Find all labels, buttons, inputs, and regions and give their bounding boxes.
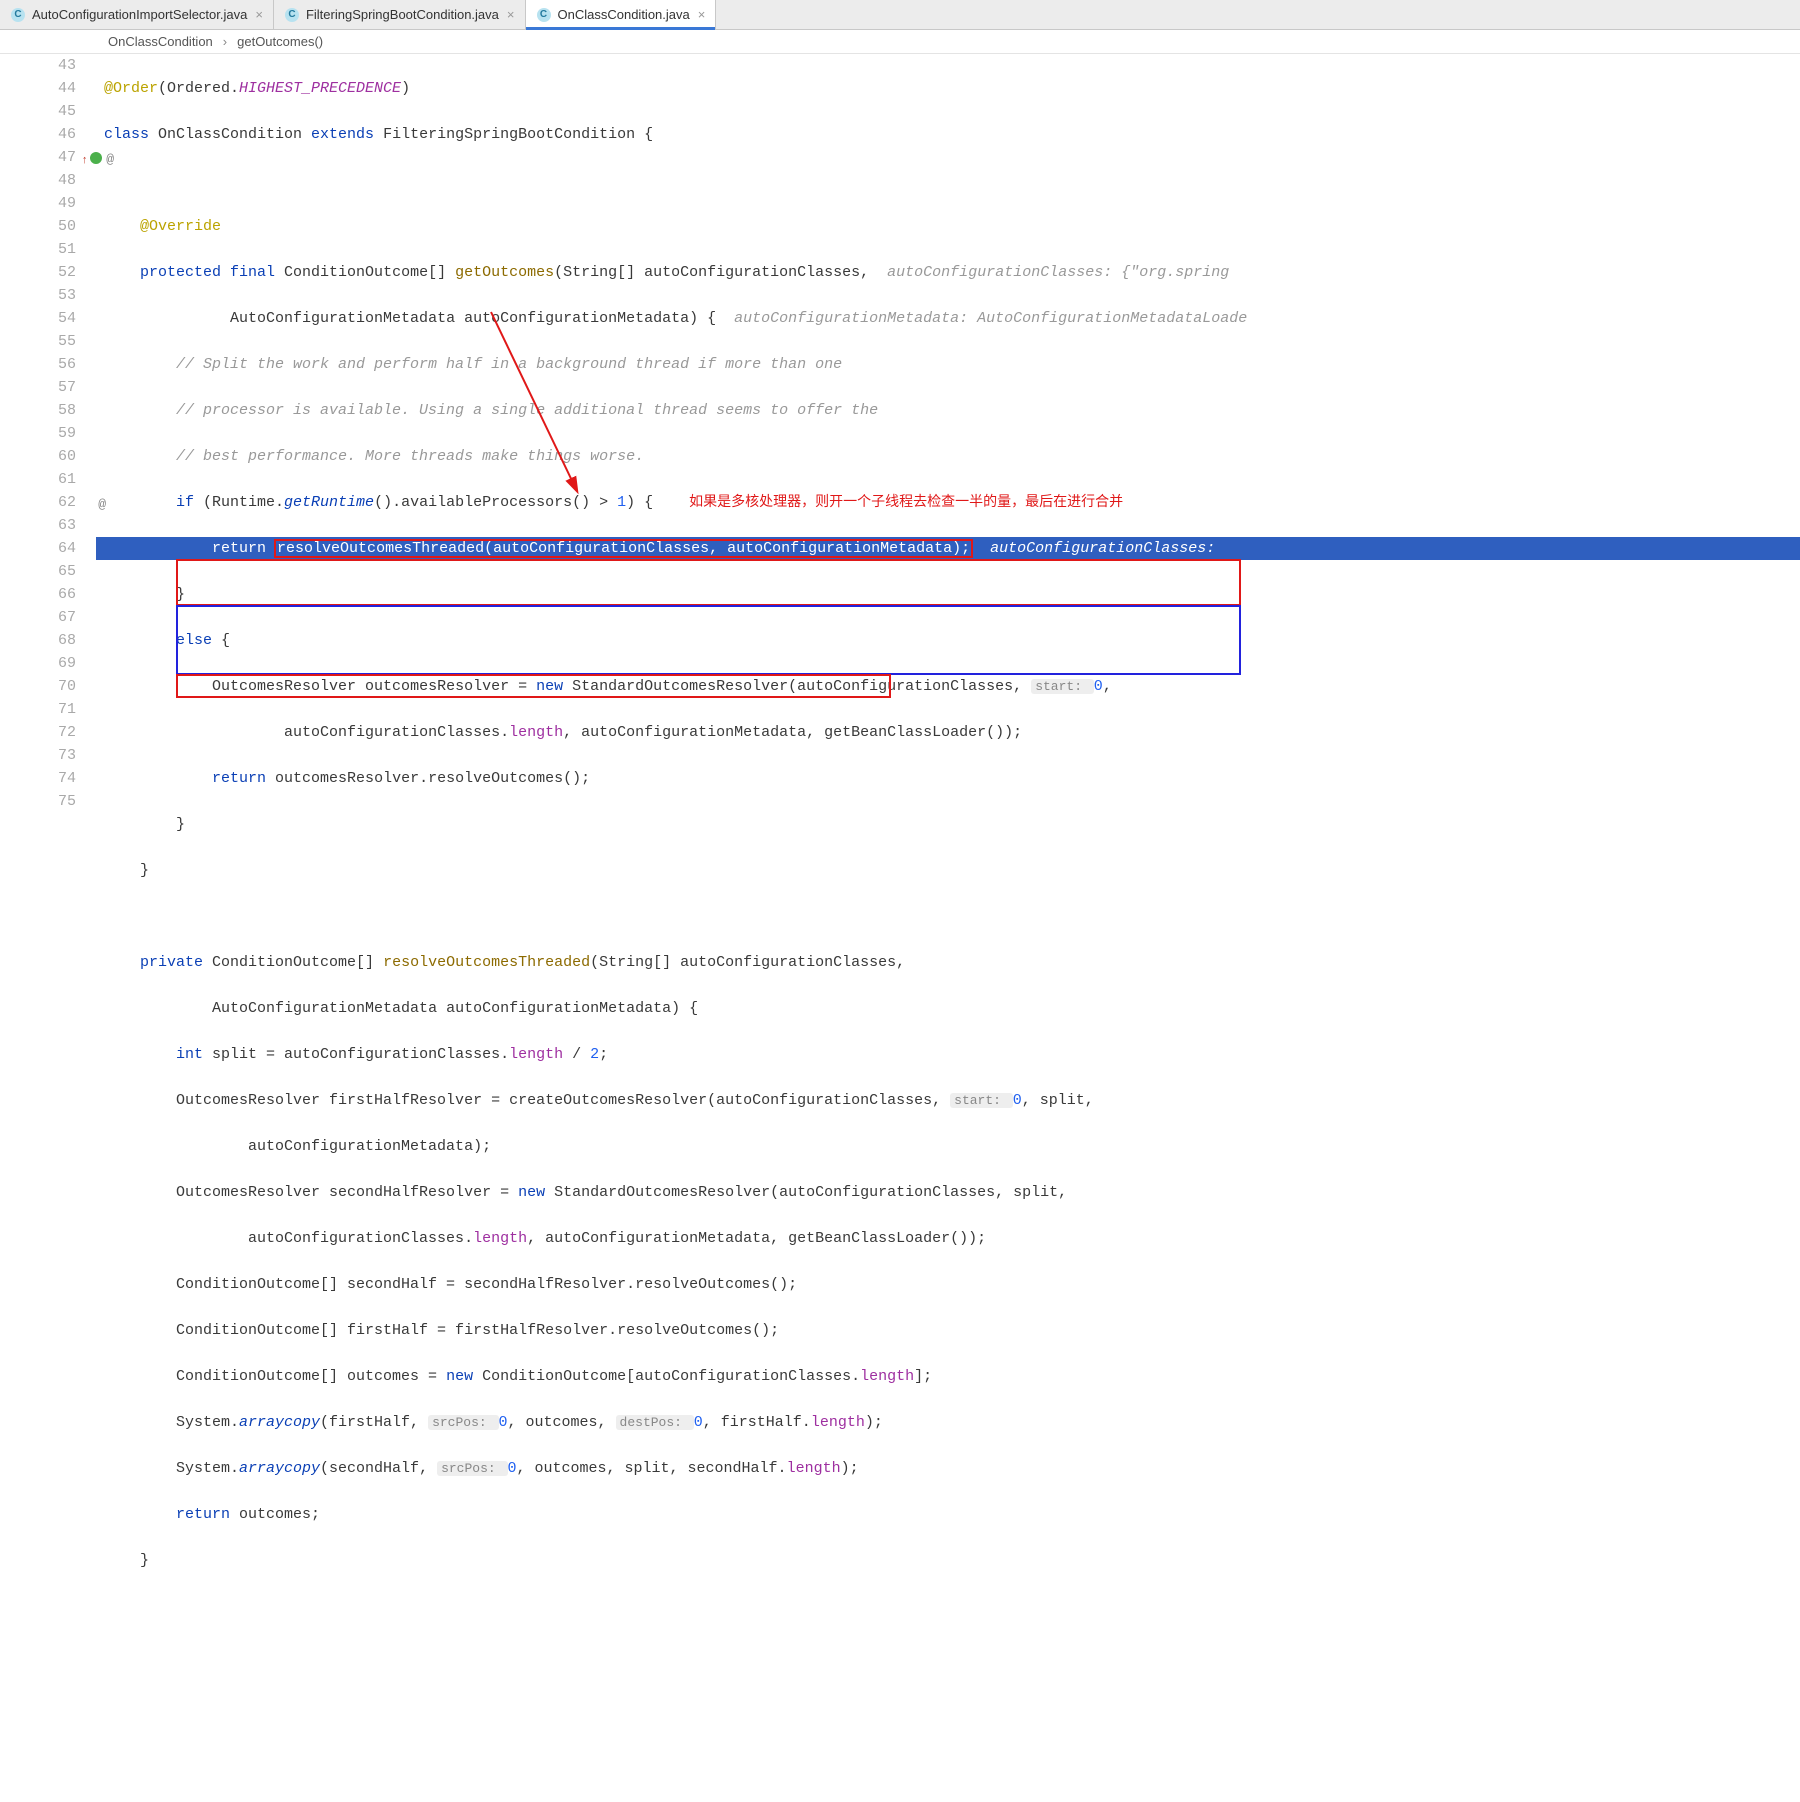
close-icon[interactable]: × bbox=[698, 7, 706, 22]
tab-label: OnClassCondition.java bbox=[558, 7, 690, 22]
tab-item[interactable]: C FilteringSpringBootCondition.java × bbox=[274, 0, 526, 29]
red-highlight-box: resolveOutcomesThreaded(autoConfiguratio… bbox=[275, 540, 972, 557]
gutter: 43 44 45 46 47↑@ 48 49 50 51 52 53 54 55… bbox=[0, 54, 96, 1802]
annotation-comment: 如果是多核处理器，则开一个子线程去检查一半的量，最后在进行合并 bbox=[689, 495, 1123, 510]
selected-line: return resolveOutcomesThreaded(autoConfi… bbox=[96, 537, 1800, 560]
java-class-icon: C bbox=[10, 7, 26, 23]
code-content[interactable]: @Order(Ordered.HIGHEST_PRECEDENCE) class… bbox=[96, 54, 1800, 1802]
breadcrumb[interactable]: OnClassCondition › getOutcomes() bbox=[0, 30, 1800, 54]
java-class-icon: C bbox=[536, 7, 552, 23]
tab-item[interactable]: C AutoConfigurationImportSelector.java × bbox=[0, 0, 274, 29]
tab-item[interactable]: C OnClassCondition.java × bbox=[526, 0, 717, 29]
close-icon[interactable]: × bbox=[255, 7, 263, 22]
java-class-icon: C bbox=[284, 7, 300, 23]
editor-area: 43 44 45 46 47↑@ 48 49 50 51 52 53 54 55… bbox=[0, 54, 1800, 1802]
tab-label: AutoConfigurationImportSelector.java bbox=[32, 7, 247, 22]
close-icon[interactable]: × bbox=[507, 7, 515, 22]
chevron-right-icon: › bbox=[223, 34, 227, 49]
editor-tabs: C AutoConfigurationImportSelector.java ×… bbox=[0, 0, 1800, 30]
tab-label: FilteringSpringBootCondition.java bbox=[306, 7, 499, 22]
breadcrumb-method: getOutcomes() bbox=[237, 34, 323, 49]
up-arrow-icon: ↑ bbox=[81, 150, 88, 173]
breadcrumb-class: OnClassCondition bbox=[108, 34, 213, 49]
